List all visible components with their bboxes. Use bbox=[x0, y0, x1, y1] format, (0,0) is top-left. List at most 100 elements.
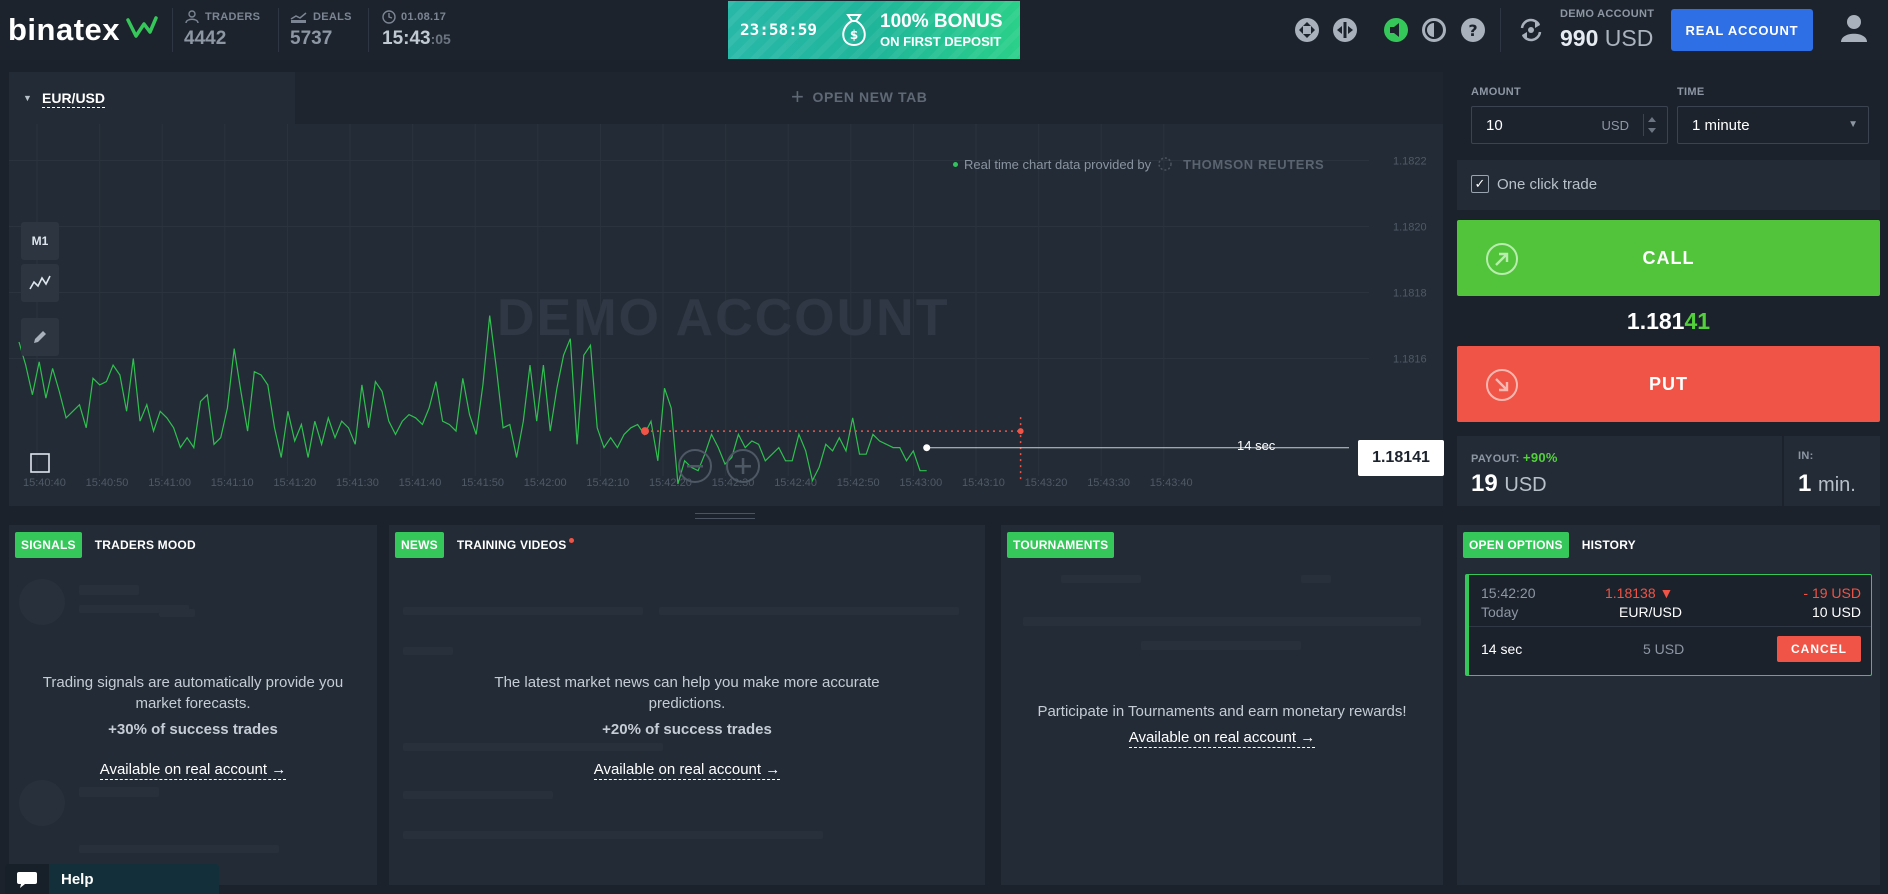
banner-timer: 23:58:59 bbox=[740, 20, 818, 39]
svg-text:$: $ bbox=[850, 28, 858, 42]
caret-down-icon[interactable]: ▼ bbox=[23, 93, 32, 103]
amount-input[interactable]: 10 USD bbox=[1471, 106, 1668, 144]
news-description: The latest market news can help you make… bbox=[494, 674, 880, 712]
fullscreen-icon[interactable] bbox=[1294, 17, 1320, 43]
zoom-in-icon[interactable] bbox=[725, 448, 761, 484]
divider bbox=[368, 8, 369, 52]
sound-icon[interactable] bbox=[1383, 17, 1409, 43]
payout-label: PAYOUT: bbox=[1471, 453, 1520, 465]
option-open-time: 15:42:20 bbox=[1481, 585, 1536, 601]
tab-training-videos[interactable]: TRAINING VIDEOS bbox=[451, 532, 580, 558]
chart-layout-icon[interactable] bbox=[1332, 17, 1358, 43]
call-button[interactable]: CALL bbox=[1457, 220, 1880, 296]
time-tick-label: 15:42:40 bbox=[774, 477, 817, 489]
tournaments-real-account-link[interactable]: Available on real account → bbox=[1128, 729, 1316, 748]
help-chat-widget[interactable]: Help bbox=[5, 864, 219, 894]
user-profile-icon[interactable] bbox=[1838, 12, 1870, 44]
tab-traders-mood[interactable]: TRADERS MOOD bbox=[89, 532, 202, 558]
placeholder-line bbox=[403, 647, 453, 655]
deals-icon bbox=[290, 12, 307, 23]
amount-currency: USD bbox=[1601, 118, 1629, 133]
price-tick-label: 1.1822 bbox=[1393, 156, 1427, 168]
refresh-balance-icon[interactable] bbox=[1517, 16, 1545, 44]
one-click-checkbox[interactable]: ✓ bbox=[1471, 175, 1489, 193]
time-tick-label: 15:43:00 bbox=[899, 477, 942, 489]
live-price: 1.18141 bbox=[1457, 308, 1880, 335]
logo-mark-icon bbox=[126, 16, 158, 38]
balance-value: 990 bbox=[1560, 25, 1599, 51]
divider bbox=[278, 8, 279, 52]
training-videos-label: TRAINING VIDEOS bbox=[456, 538, 567, 552]
banner-title: 100% BONUS bbox=[880, 11, 1003, 32]
tab-tournaments[interactable]: TOURNAMENTS bbox=[1007, 532, 1115, 558]
banner-subtitle: ON FIRST DEPOSIT bbox=[880, 34, 1002, 49]
chart-type-button[interactable] bbox=[21, 264, 59, 302]
amount-value: 10 bbox=[1486, 117, 1503, 134]
open-new-tab-button[interactable]: + OPEN NEW TAB bbox=[791, 84, 928, 109]
option-summary-row: 15:42:20 Today 1.18138 ▼ EUR/USD - 19 US… bbox=[1469, 575, 1871, 627]
draw-tool-button[interactable] bbox=[21, 318, 59, 356]
logo[interactable]: binatex bbox=[8, 12, 120, 48]
pencil-icon bbox=[34, 331, 46, 343]
amount-label: AMOUNT bbox=[1471, 86, 1522, 98]
payout-percent: +90% bbox=[1522, 450, 1558, 465]
clock-icon bbox=[382, 10, 396, 24]
expiry-point bbox=[1017, 428, 1024, 435]
data-provider-note: Real time chart data provided by THOMSON… bbox=[953, 156, 1324, 172]
cancel-option-button[interactable]: CANCEL bbox=[1777, 636, 1861, 662]
square-icon bbox=[30, 453, 50, 473]
one-click-trade-option[interactable]: ✓ One click trade bbox=[1457, 160, 1880, 210]
option-amount: 10 USD bbox=[1811, 604, 1861, 620]
help-icon[interactable]: ? bbox=[1460, 17, 1486, 43]
placeholder-line bbox=[659, 607, 959, 615]
tab-eur-usd[interactable]: ▼ EUR/USD bbox=[9, 72, 295, 124]
time-select[interactable]: 1 minute ▼ bbox=[1677, 106, 1869, 144]
trade-panel: AMOUNT 10 USD TIME 1 minute ▼ ✓ One clic… bbox=[1457, 72, 1880, 506]
provider-text: Real time chart data provided by bbox=[964, 156, 1152, 172]
put-label: PUT bbox=[1649, 374, 1688, 394]
tab-open-options[interactable]: OPEN OPTIONS bbox=[1463, 532, 1569, 558]
tab-news[interactable]: NEWS bbox=[395, 532, 444, 558]
option-remaining-time: 14 sec bbox=[1481, 641, 1523, 657]
zoom-out-icon[interactable] bbox=[677, 448, 713, 484]
price-tick-label: 1.1816 bbox=[1393, 354, 1427, 366]
select-area-button[interactable] bbox=[21, 444, 59, 482]
tab-history[interactable]: HISTORY bbox=[1576, 532, 1642, 558]
timeframe-button[interactable]: M1 bbox=[21, 222, 59, 260]
time-tick-label: 15:41:50 bbox=[461, 477, 504, 489]
time-value: 1 minute bbox=[1692, 117, 1750, 134]
signals-description: Trading signals are automatically provid… bbox=[42, 674, 344, 712]
open-new-tab-label: OPEN NEW TAB bbox=[812, 89, 928, 105]
in-value: 1 bbox=[1798, 470, 1812, 497]
contrast-icon[interactable] bbox=[1421, 17, 1447, 43]
time-tick-label: 15:42:50 bbox=[837, 477, 880, 489]
demo-watermark: DEMO ACCOUNT bbox=[497, 289, 950, 347]
plus-icon: + bbox=[791, 84, 805, 109]
option-day: Today bbox=[1481, 604, 1519, 620]
panel-resize-handle[interactable] bbox=[695, 513, 755, 519]
amount-stepper[interactable] bbox=[1643, 114, 1659, 136]
news-real-account-link[interactable]: Available on real account → bbox=[593, 761, 781, 780]
expiry-box: IN: 1 min. bbox=[1784, 436, 1880, 506]
account-type-label: DEMO ACCOUNT bbox=[1560, 8, 1655, 20]
provider-name: THOMSON REUTERS bbox=[1183, 156, 1325, 172]
time-tick-label: 15:43:40 bbox=[1150, 477, 1193, 489]
placeholder-line bbox=[79, 585, 139, 595]
options-panel: OPEN OPTIONS HISTORY 15:42:20 Today 1.18… bbox=[1457, 525, 1880, 885]
traders-label: TRADERS bbox=[205, 11, 261, 23]
tab-signals[interactable]: SIGNALS bbox=[15, 532, 82, 558]
deals-stat: DEALS 5737 bbox=[290, 10, 352, 50]
bonus-banner[interactable]: 23:58:59 $ 100% BONUS ON FIRST DEPOSIT bbox=[728, 1, 1020, 59]
time-tick-label: 15:43:30 bbox=[1087, 477, 1130, 489]
time-tick-label: 15:40:50 bbox=[86, 477, 129, 489]
price-main: 1.181 bbox=[1626, 308, 1685, 334]
real-account-button[interactable]: REAL ACCOUNT bbox=[1671, 9, 1813, 51]
asset-name[interactable]: EUR/USD bbox=[42, 90, 106, 108]
signals-benefit: +30% of success trades bbox=[108, 721, 278, 738]
placeholder-line bbox=[1023, 617, 1421, 626]
news-panel: NEWS TRAINING VIDEOS The latest market n… bbox=[389, 525, 985, 885]
signals-real-account-link[interactable]: Available on real account → bbox=[99, 761, 287, 780]
open-option-card[interactable]: 15:42:20 Today 1.18138 ▼ EUR/USD - 19 US… bbox=[1465, 574, 1872, 676]
put-button[interactable]: PUT bbox=[1457, 346, 1880, 422]
time-tick-label: 15:41:20 bbox=[273, 477, 316, 489]
